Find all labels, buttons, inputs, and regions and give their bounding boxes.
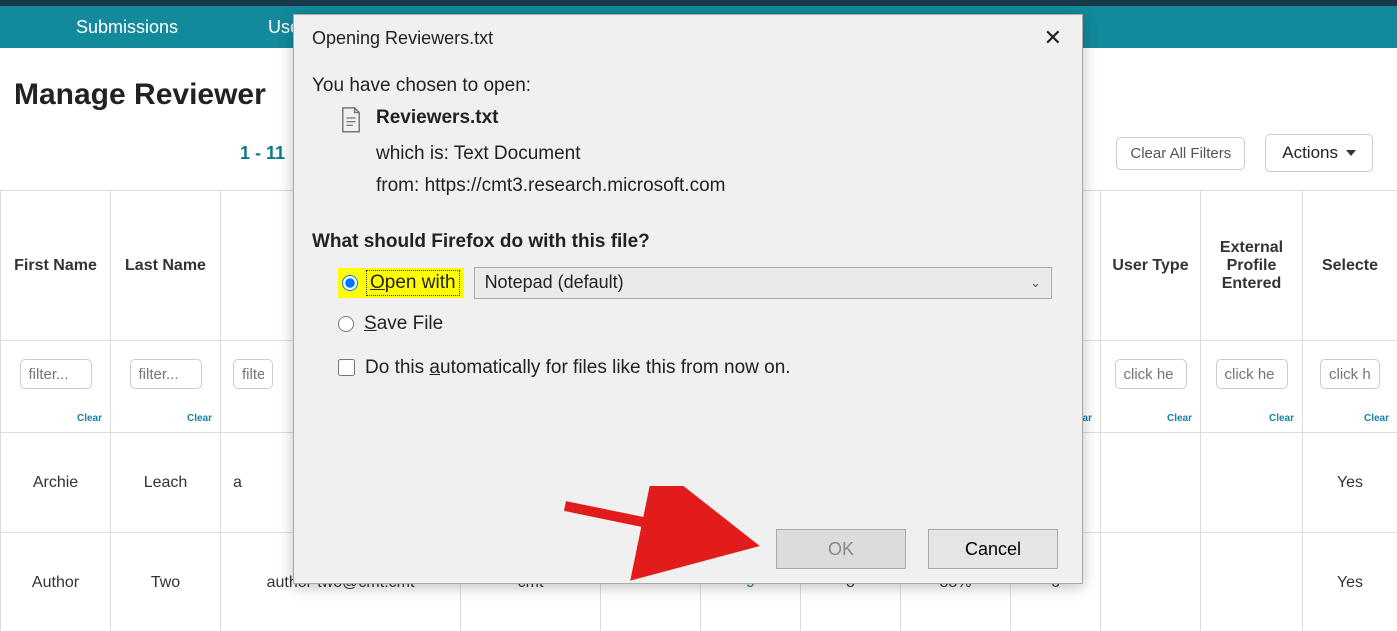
clear-link[interactable]: Clear [1167,413,1192,424]
results-range: 1 - 11 [240,143,285,164]
dialog-title: Opening Reviewers.txt [312,28,493,49]
actions-label: Actions [1282,143,1338,163]
clear-link[interactable]: Clear [187,413,212,424]
cell-first: Author [1,533,111,631]
filter-first-name[interactable] [20,359,92,389]
from-label: from: [376,175,419,196]
filter-user-type[interactable] [1115,359,1187,389]
clear-link[interactable]: Clear [1364,413,1389,424]
action-question: What should Firefox do with this file? [312,231,1052,253]
clear-link[interactable]: Clear [1269,413,1294,424]
cell-first: Archie [1,433,111,533]
nav-submissions[interactable]: Submissions [76,17,178,38]
clear-all-filters-button[interactable]: Clear All Filters [1116,137,1245,170]
col-selected: Selecte [1303,191,1397,341]
col-first-name: First Name [1,191,111,341]
caret-down-icon [1346,150,1356,156]
auto-label: Do this automatically for files like thi… [365,357,791,379]
download-dialog: Opening Reviewers.txt ✕ You have chosen … [293,14,1083,584]
clear-link[interactable]: Clear [77,413,102,424]
col-user-type: User Type [1101,191,1201,341]
ok-button[interactable]: OK [776,529,906,569]
cell-selected: Yes [1303,433,1397,533]
col-last-name: Last Name [111,191,221,341]
chevron-down-icon: ⌄ [1030,275,1041,291]
filter-ext-profile[interactable] [1216,359,1288,389]
file-icon [340,107,362,133]
which-is-value: Text Document [454,143,581,164]
cell-selected: Yes [1303,533,1397,631]
filter-email[interactable] [233,359,273,389]
cell-last: Two [111,533,221,631]
open-with-app-value: Notepad (default) [485,272,624,293]
cancel-button[interactable]: Cancel [928,529,1058,569]
file-name: Reviewers.txt [376,107,499,129]
chosen-text: You have chosen to open: [312,75,1052,97]
open-with-app-select[interactable]: Notepad (default) ⌄ [474,267,1052,299]
save-file-label: Save File [364,313,443,335]
close-icon[interactable]: ✕ [1038,23,1068,53]
auto-checkbox[interactable] [338,359,355,376]
from-value: https://cmt3.research.microsoft.com [425,175,726,196]
actions-dropdown-button[interactable]: Actions [1265,134,1373,172]
save-file-radio[interactable] [338,316,354,332]
filter-last-name[interactable] [130,359,202,389]
which-is-label: which is: [376,143,449,164]
open-with-label: Open with [366,270,460,296]
cell-last: Leach [111,433,221,533]
open-with-radio[interactable] [342,275,358,291]
filter-selected[interactable] [1320,359,1380,389]
col-ext-profile: External Profile Entered [1201,191,1303,341]
